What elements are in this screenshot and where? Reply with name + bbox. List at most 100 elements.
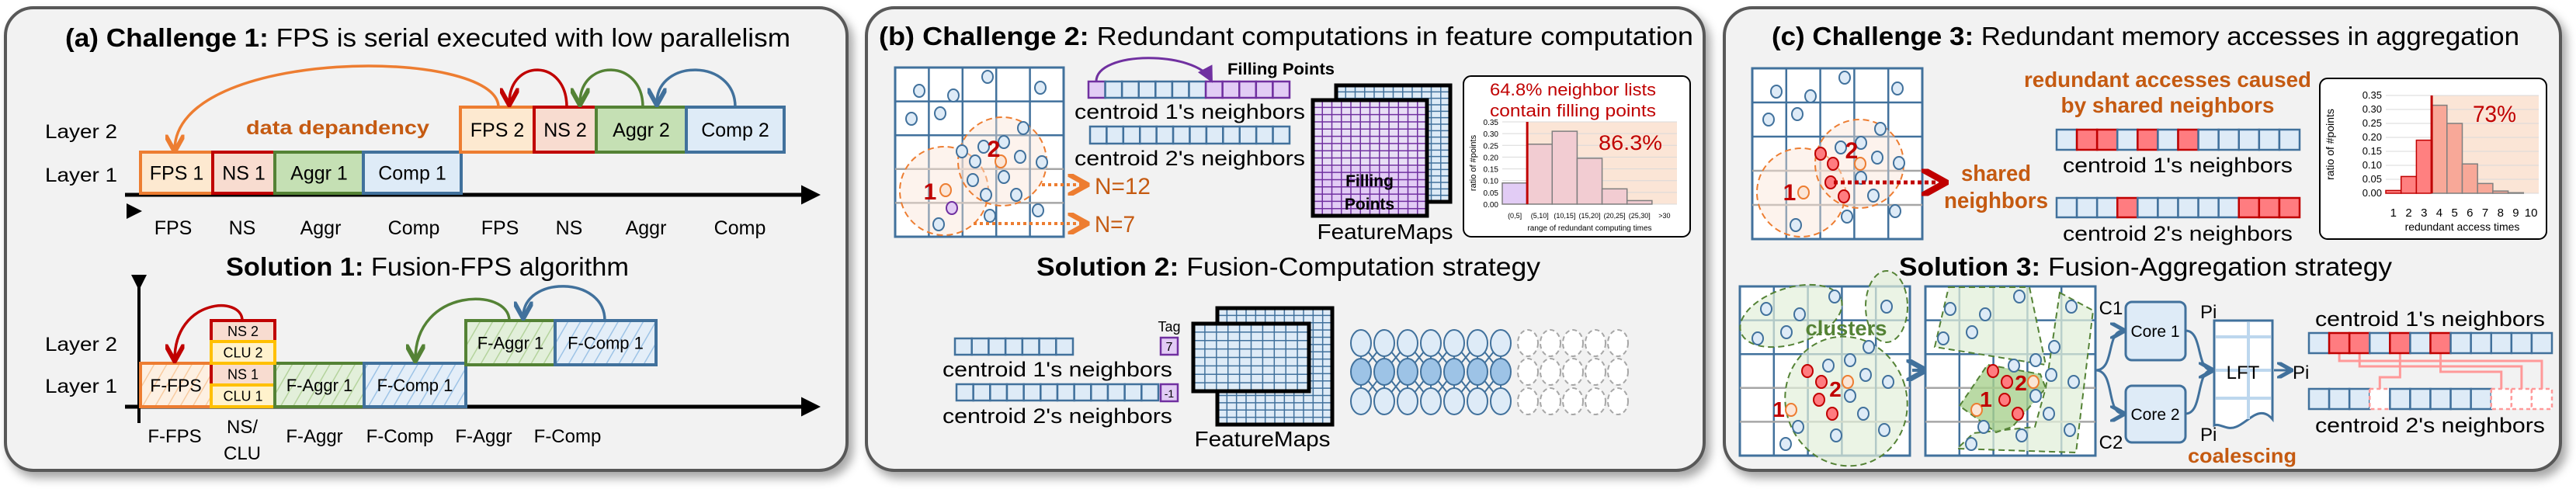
- figure-canvas: (a) Challenge 1: FPS is serial executed …: [4, 6, 2562, 472]
- point: [1841, 210, 1853, 224]
- point: [2065, 300, 2078, 314]
- solution-featuremaps-label: FeatureMaps: [1195, 427, 1331, 451]
- centroid-2-neighbor-cell: [1238, 125, 1258, 145]
- data-dependency-annotation: data depandency: [246, 117, 429, 139]
- histogram-c-xtick-label: 9: [2512, 206, 2519, 220]
- histogram-b-ytick-label: 0.00: [1484, 201, 1499, 210]
- histogram-c-xtick-label: 5: [2451, 206, 2457, 220]
- sol3-centroid-1-neighbor-cell: [2449, 331, 2472, 355]
- sol-centroid-2-neighbor-cell: [989, 383, 1009, 402]
- centroid-1-neighbor-cell: [1188, 80, 1207, 99]
- centroid-point: [1842, 375, 1854, 389]
- point: [969, 154, 981, 168]
- layer-1-label: Layer 1: [45, 165, 117, 186]
- c-centroid-2-neighbor-cell: [2197, 196, 2220, 219]
- layer1-box-comp-label: Comp 1: [378, 163, 446, 185]
- point: [2043, 407, 2055, 421]
- panel-b-title: (b) Challenge 2: Redundant computations …: [879, 22, 1693, 50]
- c-centroid-1-neighbor-cell: [2137, 128, 2159, 151]
- point: [2029, 353, 2042, 367]
- histogram-c-ytick-label: 0.35: [2362, 89, 2382, 101]
- shared-neighbor-point: [2012, 407, 2024, 421]
- point: [1034, 81, 1047, 95]
- histogram-c-ytick-label: 0.30: [2362, 103, 2382, 115]
- nn-neuron-skipped: [1540, 329, 1561, 357]
- centroid-1-neighbor-cell: [1087, 80, 1106, 99]
- shared-neighbor-point: [1826, 407, 1838, 421]
- c-centroid-1-neighbor-cell: [2217, 128, 2241, 151]
- shared-neighbor-point: [1801, 364, 1814, 378]
- nn-neuron-skipped: [1517, 387, 1539, 415]
- sol-grid2-centroid-1: 1: [1980, 387, 1992, 411]
- centroid-1-neighbor-cell: [1238, 80, 1258, 99]
- centroid-1-label: 1: [924, 179, 937, 205]
- channel-c1-label: C1: [2099, 298, 2123, 319]
- histogram-c-ytick-label: 0.15: [2362, 145, 2382, 157]
- sol-centroid-1-neighbor-cell: [970, 337, 990, 356]
- point: [980, 188, 992, 202]
- histogram-c-bar: [2446, 123, 2463, 194]
- point: [956, 144, 968, 158]
- point: [1979, 307, 1991, 321]
- nn-neuron-skipped: [1540, 387, 1561, 415]
- c-centroid-2-neighbor-cell: [2258, 196, 2281, 219]
- shared-neighbor-point: [1838, 189, 1850, 203]
- sol3-centroid-2-neighbors-label: centroid 2's neighbors: [2315, 414, 2545, 437]
- sol-centroid-1-neighbor-cell: [1021, 337, 1040, 356]
- sol3-centroid-2-neighbor-cell: [2510, 387, 2533, 411]
- nn-neuron-skipped: [1585, 329, 1606, 357]
- solution-layer-2-label: Layer 2: [45, 334, 117, 355]
- histogram-c-xtick-label: 2: [2405, 206, 2411, 220]
- solution-x-axis-label: F-Comp: [366, 426, 434, 447]
- sol-centroid-2-neighbor-cell: [1073, 383, 1092, 402]
- solution-layer-1-label: Layer 1: [45, 376, 117, 397]
- filling-point: [946, 201, 958, 215]
- sol-box-l2-f-comp-1-label: F-Comp 1: [568, 333, 644, 352]
- centroid-2-neighbor-cell: [1122, 125, 1141, 145]
- point: [1014, 150, 1026, 164]
- c-centroid-1-neighbor-cell: [2177, 128, 2199, 151]
- sol-box-l2-f-aggr-1-label: F-Aggr 1: [477, 333, 544, 352]
- histogram-b-ytick-label: 0.35: [1484, 119, 1499, 127]
- centroid-1-neighbors-label: centroid 1's neighbors: [1074, 100, 1305, 123]
- c-centroid-2-label: 2: [1845, 138, 1859, 164]
- sol-centroid-2-neighbor-cell: [1123, 383, 1143, 402]
- clusters-label: clusters: [1806, 317, 1887, 340]
- histogram-b-bar: [1626, 199, 1653, 205]
- solution-x-axis-label: F-FPS: [148, 426, 201, 447]
- sol-grid1-centroid-1: 1: [1772, 397, 1785, 421]
- point: [1770, 85, 1783, 99]
- histogram-c-bar: [2385, 189, 2402, 194]
- sol-centroid-1-neighbor-cell: [1055, 337, 1074, 356]
- histogram-b-ytick-label: 0.30: [1484, 130, 1499, 139]
- nn-neuron: [1443, 329, 1465, 357]
- histogram-b-xtick-label: (20,25]: [1604, 212, 1626, 220]
- point: [981, 70, 994, 84]
- centroid-2-neighbor-cell: [1205, 125, 1224, 145]
- centroid-point: [2027, 375, 2040, 389]
- point: [913, 84, 925, 98]
- histogram-c-bar: [2477, 182, 2494, 194]
- c-centroid-2-neighbor-cell: [2116, 196, 2139, 219]
- redundant-label-2: by shared neighbors: [2061, 93, 2275, 117]
- point: [2013, 290, 2026, 303]
- sol3-centroid-1-neighbor-cell: [2530, 331, 2553, 355]
- sol3-centroid-1-neighbors-label: centroid 1's neighbors: [2315, 307, 2545, 331]
- point: [1874, 122, 1887, 136]
- histogram-c-xtick-label: 1: [2390, 206, 2397, 220]
- point: [984, 209, 996, 223]
- nn-neuron: [1420, 329, 1442, 357]
- sol-centroid-2-neighbor-cell: [972, 383, 991, 402]
- tag-label: Tag: [1158, 319, 1180, 335]
- point: [1793, 307, 1806, 321]
- tag-value-1: 7: [1166, 341, 1173, 354]
- c-centroid-1-neighbors-label: centroid 1's neighbors: [2063, 154, 2293, 177]
- sol-centroid-1-neighbor-cell: [988, 337, 1007, 356]
- centroid-point: [1797, 186, 1810, 199]
- solution-x-axis-label: NS/: [227, 417, 258, 438]
- solution-x-axis-label: F-Aggr: [286, 426, 342, 447]
- point: [2067, 375, 2080, 389]
- point: [2045, 368, 2057, 382]
- nn-neuron: [1490, 387, 1512, 415]
- point: [1966, 325, 1978, 339]
